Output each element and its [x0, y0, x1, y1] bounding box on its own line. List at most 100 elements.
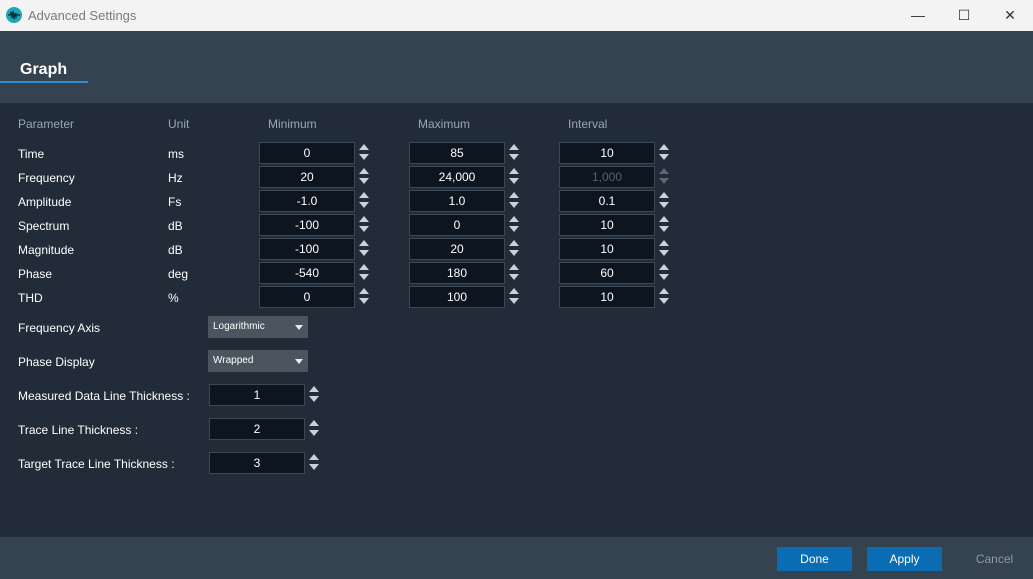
time-interval-input[interactable]	[559, 142, 655, 164]
up-arrow-icon[interactable]	[509, 144, 519, 150]
frequency-axis-dropdown[interactable]: Logarithmic	[208, 316, 308, 338]
amplitude-minimum-stepper[interactable]	[359, 191, 369, 211]
frequency-minimum-input[interactable]	[259, 166, 355, 188]
time-minimum-input[interactable]	[259, 142, 355, 164]
down-arrow-icon[interactable]	[659, 250, 669, 256]
up-arrow-icon[interactable]	[509, 168, 519, 174]
thd-maximum-input[interactable]	[409, 286, 505, 308]
down-arrow-icon[interactable]	[509, 226, 519, 232]
up-arrow-icon[interactable]	[509, 216, 519, 222]
down-arrow-icon[interactable]	[309, 396, 319, 402]
tab-graph[interactable]: Graph	[20, 61, 67, 79]
up-arrow-icon[interactable]	[359, 168, 369, 174]
down-arrow-icon[interactable]	[659, 226, 669, 232]
close-button[interactable]: ✕	[987, 0, 1033, 31]
phase-interval-input[interactable]	[559, 262, 655, 284]
magnitude-maximum-input[interactable]	[409, 238, 505, 260]
thd-maximum-stepper[interactable]	[509, 287, 519, 307]
thd-interval-stepper[interactable]	[659, 287, 669, 307]
spectrum-interval-input[interactable]	[559, 214, 655, 236]
down-arrow-icon[interactable]	[509, 178, 519, 184]
up-arrow-icon[interactable]	[309, 420, 319, 426]
spectrum-maximum-stepper[interactable]	[509, 215, 519, 235]
up-arrow-icon[interactable]	[509, 264, 519, 270]
down-arrow-icon[interactable]	[359, 226, 369, 232]
done-button[interactable]: Done	[777, 547, 852, 571]
trace-line-thickness-stepper[interactable]	[309, 419, 319, 439]
phase-maximum-stepper[interactable]	[509, 263, 519, 283]
trace-line-thickness-input[interactable]	[209, 418, 305, 440]
magnitude-minimum-input[interactable]	[259, 238, 355, 260]
down-arrow-icon[interactable]	[359, 250, 369, 256]
magnitude-maximum-stepper[interactable]	[509, 239, 519, 259]
spectrum-minimum-input[interactable]	[259, 214, 355, 236]
up-arrow-icon[interactable]	[659, 264, 669, 270]
down-arrow-icon[interactable]	[509, 202, 519, 208]
up-arrow-icon[interactable]	[509, 288, 519, 294]
time-maximum-input[interactable]	[409, 142, 505, 164]
down-arrow-icon[interactable]	[359, 154, 369, 160]
down-arrow-icon[interactable]	[309, 430, 319, 436]
frequency-maximum-input[interactable]	[409, 166, 505, 188]
amplitude-interval-stepper[interactable]	[659, 191, 669, 211]
target-trace-line-thickness-input[interactable]	[209, 452, 305, 474]
amplitude-interval-input[interactable]	[559, 190, 655, 212]
up-arrow-icon[interactable]	[659, 240, 669, 246]
time-minimum-stepper[interactable]	[359, 143, 369, 163]
up-arrow-icon[interactable]	[509, 240, 519, 246]
target-trace-line-thickness-stepper[interactable]	[309, 453, 319, 473]
down-arrow-icon[interactable]	[659, 154, 669, 160]
phase-interval-stepper[interactable]	[659, 263, 669, 283]
up-arrow-icon[interactable]	[359, 264, 369, 270]
cancel-button[interactable]: Cancel	[962, 547, 1027, 571]
phase-maximum-input[interactable]	[409, 262, 505, 284]
up-arrow-icon[interactable]	[359, 216, 369, 222]
thd-minimum-stepper[interactable]	[359, 287, 369, 307]
down-arrow-icon[interactable]	[359, 202, 369, 208]
down-arrow-icon[interactable]	[309, 464, 319, 470]
up-arrow-icon[interactable]	[659, 216, 669, 222]
down-arrow-icon[interactable]	[359, 274, 369, 280]
spectrum-maximum-input[interactable]	[409, 214, 505, 236]
up-arrow-icon[interactable]	[659, 192, 669, 198]
time-maximum-stepper[interactable]	[509, 143, 519, 163]
down-arrow-icon[interactable]	[359, 178, 369, 184]
apply-button[interactable]: Apply	[867, 547, 942, 571]
spectrum-minimum-stepper[interactable]	[359, 215, 369, 235]
up-arrow-icon[interactable]	[359, 288, 369, 294]
down-arrow-icon[interactable]	[509, 298, 519, 304]
amplitude-minimum-input[interactable]	[259, 190, 355, 212]
up-arrow-icon[interactable]	[509, 192, 519, 198]
measured-line-thickness-input[interactable]	[209, 384, 305, 406]
phase-minimum-stepper[interactable]	[359, 263, 369, 283]
thd-interval-input[interactable]	[559, 286, 655, 308]
down-arrow-icon[interactable]	[509, 154, 519, 160]
up-arrow-icon[interactable]	[309, 386, 319, 392]
thd-minimum-input[interactable]	[259, 286, 355, 308]
spectrum-interval-stepper[interactable]	[659, 215, 669, 235]
minimize-button[interactable]: —	[895, 0, 941, 31]
up-arrow-icon[interactable]	[359, 192, 369, 198]
up-arrow-icon[interactable]	[359, 240, 369, 246]
phase-display-dropdown[interactable]: Wrapped	[208, 350, 308, 372]
up-arrow-icon[interactable]	[309, 454, 319, 460]
down-arrow-icon[interactable]	[659, 298, 669, 304]
measured-line-thickness-stepper[interactable]	[309, 385, 319, 405]
magnitude-interval-input[interactable]	[559, 238, 655, 260]
frequency-minimum-stepper[interactable]	[359, 167, 369, 187]
up-arrow-icon[interactable]	[659, 288, 669, 294]
magnitude-interval-stepper[interactable]	[659, 239, 669, 259]
phase-minimum-input[interactable]	[259, 262, 355, 284]
down-arrow-icon[interactable]	[659, 274, 669, 280]
magnitude-minimum-stepper[interactable]	[359, 239, 369, 259]
amplitude-maximum-stepper[interactable]	[509, 191, 519, 211]
maximize-button[interactable]: ☐	[941, 0, 987, 31]
frequency-maximum-stepper[interactable]	[509, 167, 519, 187]
time-interval-stepper[interactable]	[659, 143, 669, 163]
up-arrow-icon[interactable]	[659, 144, 669, 150]
up-arrow-icon[interactable]	[359, 144, 369, 150]
down-arrow-icon[interactable]	[359, 298, 369, 304]
down-arrow-icon[interactable]	[659, 202, 669, 208]
down-arrow-icon[interactable]	[509, 274, 519, 280]
down-arrow-icon[interactable]	[509, 250, 519, 256]
